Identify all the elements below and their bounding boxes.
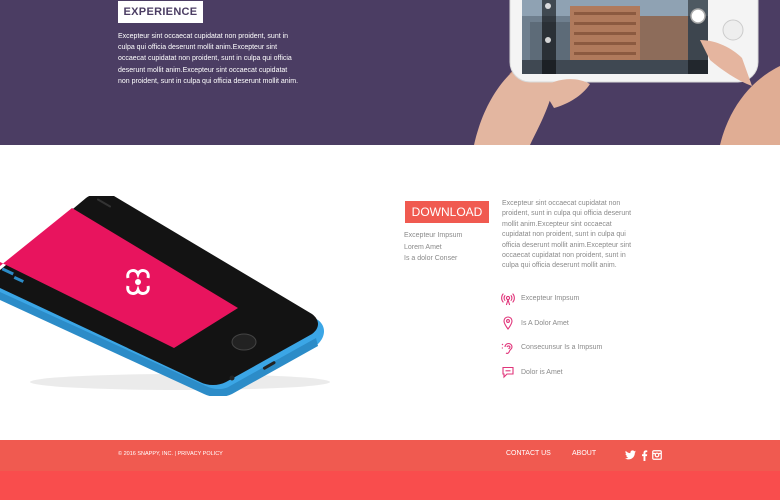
about-link[interactable]: ABOUT [572, 450, 596, 457]
download-description: Excepteur sint occaecat cupidatat non pr… [502, 200, 632, 270]
feature-item: Excepteur Impsum [500, 290, 602, 307]
footer: © 2016 SNAPPY, INC. | PRIVACY POLICY CON… [0, 440, 780, 471]
download-link[interactable]: Lorem Amet [404, 242, 462, 254]
feature-label: Excepteur Impsum [521, 295, 580, 302]
footer-bottom-bar [0, 471, 780, 500]
facebook-icon[interactable] [638, 449, 650, 461]
download-link-list: Excepteur Impsum Lorem Amet Is a dolor C… [404, 230, 462, 265]
contact-us-link[interactable]: CONTACT US [506, 450, 551, 457]
phone-mockup-image [0, 193, 330, 397]
download-link[interactable]: Excepteur Impsum [404, 230, 462, 242]
experience-heading: EXPERIENCE [118, 1, 203, 23]
copyright: © 2016 SNAPPY, INC. | PRIVACY POLICY [118, 451, 223, 457]
experience-description: Excepteur sint occaecat cupidatat non pr… [118, 33, 299, 85]
ear-icon [500, 340, 516, 356]
experience-section: EXPERIENCE Excepteur sint occaecat cupid… [0, 0, 780, 145]
copyright-text: © 2016 SNAPPY, INC. [118, 451, 174, 457]
download-link[interactable]: Is a dolor Conser [404, 253, 462, 265]
download-button[interactable]: DOWNLOAD [405, 201, 489, 223]
location-pin-icon [500, 315, 516, 331]
feature-item: Consecunsur Is a Impsum [500, 339, 602, 356]
feature-item: Is A Dolor Amet [500, 315, 602, 332]
chat-icon [500, 364, 516, 380]
feature-label: Is A Dolor Amet [521, 319, 569, 327]
hands-holding-phone-photo [470, 0, 780, 145]
broadcast-icon [500, 291, 516, 307]
feature-label: Dolor is Amet [521, 368, 563, 376]
privacy-policy-link[interactable]: PRIVACY POLICY [178, 451, 223, 457]
feature-item: Dolor is Amet [500, 364, 602, 381]
copyright-separator: | [174, 451, 176, 457]
twitter-icon[interactable] [624, 449, 636, 461]
feature-label: Consecunsur Is a Impsum [521, 344, 603, 351]
instagram-icon[interactable] [651, 449, 663, 461]
feature-list: Excepteur Impsum Is A Dolor Amet Consecu… [500, 290, 602, 388]
